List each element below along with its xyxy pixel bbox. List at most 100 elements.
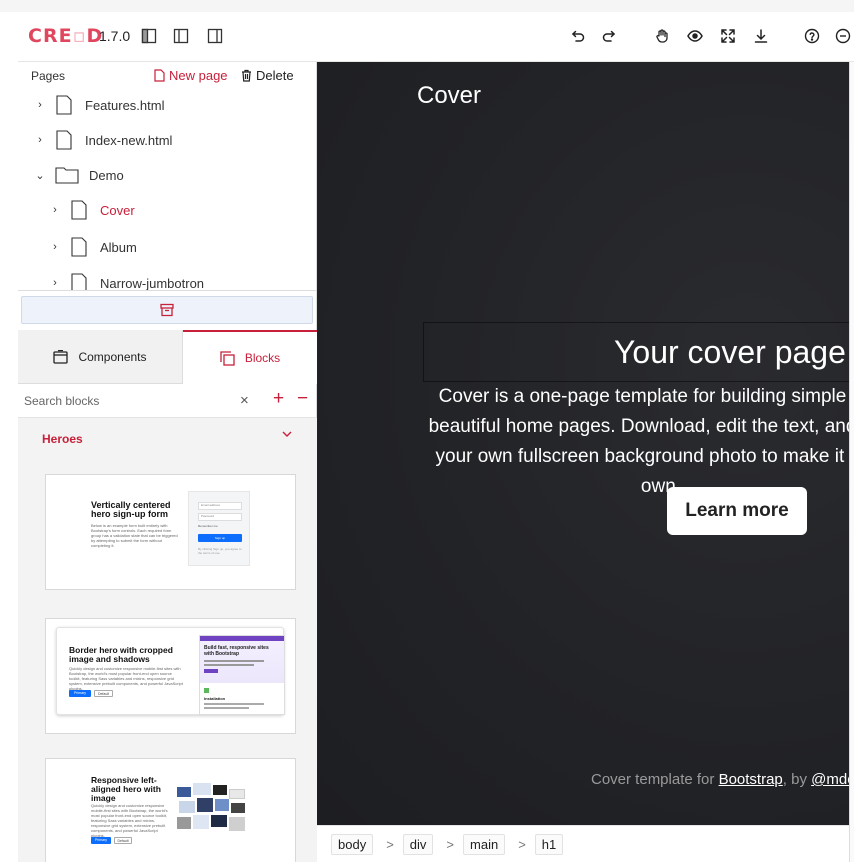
cover-heading[interactable]: Your cover page xyxy=(614,334,846,371)
group-title: Heroes xyxy=(42,432,83,446)
chevron-down-icon[interactable] xyxy=(280,427,294,441)
blocks-icon xyxy=(220,350,235,366)
hand-drag-icon[interactable] xyxy=(649,23,675,49)
chevron-right-icon[interactable]: › xyxy=(33,134,47,146)
author-link[interactable]: @mdo xyxy=(811,771,854,788)
mini-line xyxy=(204,660,264,662)
block-card-signup-hero[interactable]: Vertically centered hero sign-up form Be… xyxy=(45,474,296,590)
divider xyxy=(18,290,317,291)
mini-password-field: Password xyxy=(198,513,242,521)
help-icon[interactable] xyxy=(799,23,825,49)
cover-lead[interactable]: Cover is a one-page template for buildin… xyxy=(421,382,854,502)
mini-email-field: Email address xyxy=(198,502,242,510)
toggle-split-view-icon[interactable] xyxy=(168,23,194,49)
toggle-right-panel-icon[interactable] xyxy=(202,23,228,49)
collapse-all-button[interactable]: − xyxy=(297,388,308,410)
chevron-down-icon[interactable]: ⌄ xyxy=(33,169,47,182)
app-window: CRE▫D 1.7.0 Pages New page Delete › Feat… xyxy=(0,0,854,862)
search-blocks-input[interactable] xyxy=(24,392,224,410)
page-item-album[interactable]: › Album xyxy=(48,234,137,260)
card-text: Quickly design and customize responsive … xyxy=(91,803,168,838)
signup-form-preview: Email address Password Remember me Sign … xyxy=(188,491,250,566)
mini-line xyxy=(204,707,249,709)
drop-to-delete-bar[interactable] xyxy=(21,296,313,324)
mini-button xyxy=(204,669,218,673)
mini-default-button: Default xyxy=(94,690,113,697)
border-hero-preview: Border hero with cropped image and shado… xyxy=(56,627,285,715)
fullscreen-icon[interactable] xyxy=(715,23,741,49)
learn-more-button[interactable]: Learn more xyxy=(667,487,807,535)
card-title: Border hero with cropped image and shado… xyxy=(69,645,173,664)
zoom-out-icon[interactable] xyxy=(830,23,854,49)
footer-text: Cover template for xyxy=(591,771,719,788)
crumb-main[interactable]: main xyxy=(463,833,506,855)
pages-title: Pages xyxy=(31,69,66,83)
undo-icon[interactable] xyxy=(564,23,590,49)
cover-brand[interactable]: Cover xyxy=(417,82,481,110)
chevron-right-icon[interactable]: › xyxy=(48,241,62,253)
components-icon xyxy=(53,349,69,364)
download-icon[interactable] xyxy=(748,23,774,49)
card-text: Below is an example form built entirely … xyxy=(91,523,178,548)
app-version: 1.7.0 xyxy=(99,28,131,44)
page-item-label: Cover xyxy=(100,202,135,218)
mini-primary-button: Primary xyxy=(91,837,111,844)
mini-note: By clicking Sign up, you agree to the te… xyxy=(198,547,242,555)
page-canvas[interactable]: Cover Your cover page Cover is a one-pag… xyxy=(317,62,854,825)
new-page-label: New page xyxy=(169,68,228,83)
window-top-strip xyxy=(0,0,854,12)
file-icon xyxy=(71,273,87,290)
file-icon xyxy=(56,95,72,115)
chevron-right-icon[interactable]: › xyxy=(48,204,62,216)
delete-page-label: Delete xyxy=(256,68,294,83)
crumb-body[interactable]: body xyxy=(331,833,374,855)
crumb-separator: > xyxy=(518,836,526,852)
preview-eye-icon[interactable] xyxy=(682,23,708,49)
cropped-screenshot-preview: Build fast, responsive sites with Bootst… xyxy=(199,635,285,715)
delete-page-button[interactable]: Delete xyxy=(241,68,294,83)
file-icon xyxy=(71,200,87,220)
element-breadcrumb: body > div > main > h1 xyxy=(317,825,854,862)
cover-footer: Cover template for Bootstrap, by @mdo xyxy=(591,771,854,788)
heroes-group-header[interactable]: Heroes xyxy=(18,418,317,460)
mini-remember-check: Remember me xyxy=(198,524,218,528)
block-card-left-aligned-hero[interactable]: Responsive left-aligned hero with image … xyxy=(45,758,296,862)
pages-tree: › Features.html › Index-new.html ⌄ Demo … xyxy=(18,88,317,290)
page-item-label: Features.html xyxy=(85,97,165,113)
expand-all-button[interactable]: + xyxy=(273,388,284,410)
crumb-div[interactable]: div xyxy=(402,833,434,855)
redo-icon[interactable] xyxy=(597,23,623,49)
mini-hero: Build fast, responsive sites with Bootst… xyxy=(200,641,284,683)
file-icon xyxy=(71,237,87,257)
app-logo: CRE▫D xyxy=(28,25,104,47)
folder-icon xyxy=(55,167,79,184)
tab-blocks-label: Blocks xyxy=(244,351,281,365)
blocks-group-heroes: Heroes Vertically centered hero sign-up … xyxy=(18,418,317,862)
right-scroll-edge[interactable] xyxy=(849,62,854,862)
page-item-features[interactable]: › Features.html xyxy=(33,92,164,118)
clear-search-icon[interactable]: × xyxy=(240,392,249,409)
folder-item-demo[interactable]: ⌄ Demo xyxy=(33,162,124,188)
page-item-label: Index-new.html xyxy=(85,132,173,148)
toggle-left-panel-icon[interactable] xyxy=(136,23,162,49)
page-item-index-new[interactable]: › Index-new.html xyxy=(33,127,172,153)
crumb-separator: > xyxy=(386,836,394,852)
chevron-right-icon[interactable]: › xyxy=(33,99,47,111)
crumb-separator: > xyxy=(446,836,455,852)
card-text: Quickly design and customize responsive … xyxy=(69,666,183,691)
tab-blocks[interactable]: Blocks xyxy=(183,330,317,384)
bootstrap-link[interactable]: Bootstrap xyxy=(719,771,783,788)
crumb-h1[interactable]: h1 xyxy=(534,833,564,855)
page-item-narrow-jumbotron[interactable]: › Narrow-jumbotron xyxy=(48,270,204,290)
card-title: Responsive left-aligned hero with image xyxy=(91,775,161,803)
mini-gallery-image xyxy=(177,783,247,837)
tab-components[interactable]: Components xyxy=(18,330,183,384)
page-item-cover[interactable]: › Cover xyxy=(48,197,135,223)
block-card-border-hero[interactable]: Border hero with cropped image and shado… xyxy=(45,618,296,734)
chevron-right-icon[interactable]: › xyxy=(48,277,62,289)
left-sidebar: Pages New page Delete › Features.html › … xyxy=(18,62,317,862)
archive-icon xyxy=(160,303,174,317)
new-page-button[interactable]: New page xyxy=(154,68,228,83)
file-icon xyxy=(56,130,72,150)
shot-title: Build fast, responsive sites with Bootst… xyxy=(204,645,269,657)
